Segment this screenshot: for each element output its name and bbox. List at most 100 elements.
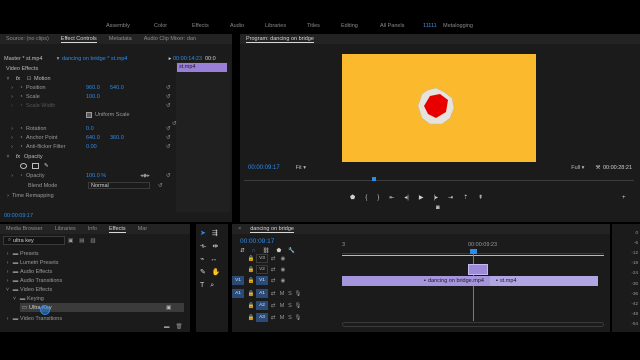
workspace-tab-libraries[interactable]: Libraries [265, 23, 307, 29]
track-select-icon[interactable]: ⇶ [212, 227, 218, 240]
expand-arrow-icon[interactable]: › [4, 278, 11, 284]
expand-arrow-icon[interactable]: › [8, 85, 16, 91]
sync-lock-icon[interactable]: ⇄ [268, 291, 278, 297]
keyframe-nav-icon[interactable]: ◂◆▸ [138, 173, 152, 179]
hand-icon[interactable]: ✋ [212, 266, 221, 279]
lock-icon[interactable]: 🔒 [246, 303, 256, 309]
scale-value[interactable]: 100.0 [86, 94, 100, 100]
stopwatch-icon[interactable]: ◔ [16, 173, 26, 179]
stopwatch-icon[interactable]: ◔ [16, 94, 26, 100]
effects-search-input[interactable]: ultra key [13, 238, 34, 244]
new-bin-icon[interactable]: ▬ [164, 324, 170, 330]
track-target-a3[interactable]: A3 [256, 313, 268, 322]
eye-icon[interactable]: ◉ [278, 256, 288, 262]
lock-icon[interactable]: 🔒 [246, 278, 256, 284]
wrench-icon[interactable]: ⚒ [593, 165, 603, 171]
effects-search-field[interactable]: ⌕ ultra key [3, 236, 65, 245]
opacity-value[interactable]: 100.0 % [86, 173, 138, 179]
stopwatch-icon[interactable]: ◔ [16, 85, 26, 91]
step-back-icon[interactable]: ◂| [404, 194, 409, 201]
tab-sequence[interactable]: dancing on bridge [250, 226, 294, 233]
expand-arrow-icon[interactable]: ˅ [4, 76, 12, 82]
step-forward-icon[interactable]: |▸ [433, 194, 438, 201]
reset-icon[interactable]: ↺ [166, 144, 171, 150]
fit-select[interactable]: Fit ▾ [296, 165, 336, 171]
blend-mode-select[interactable]: Normal [88, 182, 150, 189]
delete-icon[interactable]: 🗑 [176, 324, 183, 330]
expand-arrow-icon[interactable]: › [8, 144, 16, 150]
source-patch-v1[interactable]: V1 [232, 276, 244, 285]
track-target-v3[interactable]: V3 [256, 254, 268, 263]
microphone-icon[interactable]: 🎙 [294, 303, 302, 309]
expand-arrow-icon[interactable]: › [8, 173, 16, 179]
accelerated-effects-icon[interactable]: ▣ [68, 238, 73, 244]
effects-tree-item[interactable]: › ▬ Audio Effects [4, 267, 53, 276]
mute-button[interactable]: M [278, 303, 286, 309]
tab-markers[interactable]: Mar [138, 226, 147, 232]
solo-button[interactable]: S [286, 291, 294, 297]
workspace-tab-editing[interactable]: Editing [341, 23, 380, 29]
workspace-tab-color[interactable]: Color [154, 23, 192, 29]
reset-icon[interactable]: ↺ [166, 126, 171, 132]
source-patch-a1[interactable]: A1 [232, 289, 244, 298]
time-remapping-row[interactable]: › Time Remapping [4, 191, 72, 200]
v1-clip-dancing[interactable]: ▪ dancing on bridge.mp4 [342, 276, 490, 286]
eye-icon[interactable]: ◉ [278, 278, 288, 284]
sync-lock-icon[interactable]: ⇄ [268, 303, 278, 309]
workspace-tab-all-panels[interactable]: All Panels [380, 23, 423, 29]
microphone-icon[interactable]: 🎙 [294, 291, 302, 297]
tab-info[interactable]: Info [88, 226, 97, 232]
fx-icon[interactable]: fx [12, 76, 24, 82]
mark-in-icon[interactable]: { [365, 195, 367, 201]
track-target-a1[interactable]: A1 [256, 289, 268, 298]
tab-program[interactable]: Program: dancing on bridge [246, 36, 314, 43]
reset-icon[interactable]: ↺ [158, 183, 163, 189]
type-tool-icon[interactable]: T [200, 279, 204, 292]
tab-effects[interactable]: Effects [108, 226, 126, 233]
32bit-effects-icon[interactable]: ▤ [79, 238, 84, 244]
workspace-tab-effects[interactable]: Effects [192, 23, 230, 29]
tab-source[interactable]: Source: (no clips) [6, 36, 49, 42]
go-to-in-icon[interactable]: ⇤ [389, 194, 394, 201]
effects-tree-item[interactable]: › ▬ Lumetri Presets [4, 258, 59, 267]
zoom-icon[interactable]: ⌕ [210, 279, 214, 292]
track-target-v1[interactable]: V1 [256, 276, 268, 285]
effects-tree-item[interactable]: › ▬ Audio Transitions [4, 276, 63, 285]
track-target-v2[interactable]: V2 [256, 265, 268, 274]
expand-arrow-icon[interactable]: › [8, 126, 16, 132]
timeline-playhead-line[interactable] [473, 251, 474, 321]
play-icon[interactable]: ▶ [419, 194, 424, 201]
expand-arrow-icon[interactable]: › [8, 94, 16, 100]
tab-media-browser[interactable]: Media Browser [6, 226, 43, 232]
workspace-tab-audio[interactable]: Audio [230, 23, 265, 29]
camera-icon[interactable]: ◙ [436, 205, 440, 211]
workspace-tab-titles[interactable]: Titles [307, 23, 341, 29]
motion-row[interactable]: ˅ fx ⊡ Motion [4, 74, 176, 83]
effects-tree-item[interactable]: ˅ ▬ Keying [11, 294, 44, 303]
add-button-icon[interactable]: + [622, 195, 626, 201]
expand-arrow-icon[interactable]: ˅ [4, 154, 12, 160]
anchor-x-value[interactable]: 640.0 [86, 135, 110, 141]
pen-icon[interactable]: ✎ [200, 266, 206, 279]
stopwatch-icon[interactable]: ◔ [16, 126, 26, 132]
program-scrubber[interactable] [244, 177, 634, 181]
reset-icon[interactable]: ↺ [166, 135, 171, 141]
yuv-effects-icon[interactable]: ▥ [90, 238, 95, 244]
antiflicker-value[interactable]: 0.00 [86, 144, 97, 150]
track-target-a2[interactable]: A2 [256, 301, 268, 310]
expand-arrow-icon[interactable]: › [8, 135, 16, 141]
anchor-y-value[interactable]: 360.0 [110, 135, 124, 141]
ellipse-mask-icon[interactable] [20, 162, 27, 169]
eye-icon[interactable]: ◉ [278, 267, 288, 273]
slip-icon[interactable]: ↔ [210, 253, 217, 266]
solo-button[interactable]: S [286, 315, 294, 321]
solo-button[interactable]: S [286, 303, 294, 309]
mute-button[interactable]: M [278, 315, 286, 321]
position-y-value[interactable]: 540.0 [110, 85, 124, 91]
reset-icon[interactable]: ↺ [166, 85, 171, 91]
mute-button[interactable]: M [278, 291, 286, 297]
fx-icon[interactable]: fx [12, 154, 24, 160]
uniform-scale-checkbox[interactable] [86, 111, 92, 118]
expand-arrow-icon[interactable]: › [4, 260, 11, 266]
selection-tool-icon[interactable]: ➤ [200, 227, 206, 240]
